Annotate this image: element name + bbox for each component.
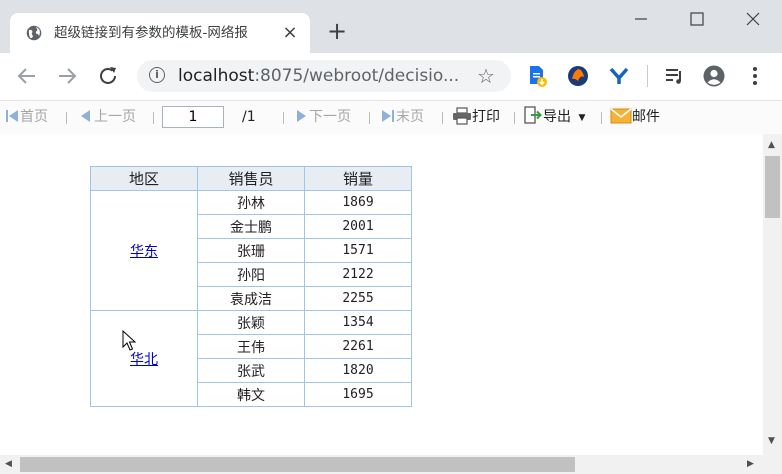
print-label: 打印 (472, 109, 500, 125)
printer-icon (453, 107, 471, 125)
tab-title: 超级链接到有参数的模板-网络报 (54, 25, 248, 41)
first-page-label: 首页 (20, 109, 48, 125)
export-icon (524, 106, 542, 124)
sales-cell: 1571 (304, 238, 412, 263)
prev-page-button[interactable]: 上一页 (78, 101, 136, 134)
table-header-row: 地区 销售员 销量 (90, 166, 412, 191)
sales-cell: 1869 (304, 190, 412, 215)
scroll-right-arrow-icon[interactable]: ▶ (747, 459, 754, 469)
sales-table: 地区 销售员 销量 华东 孙林 1869 金士鹏 2001 张珊 1571 孙阳… (90, 166, 412, 407)
toolbar-separator (601, 112, 602, 124)
fox-extension-icon[interactable] (567, 65, 589, 87)
sales-cell: 2261 (304, 334, 412, 359)
y-extension-icon[interactable] (608, 65, 630, 87)
salesperson-cell: 袁成洁 (197, 286, 305, 311)
salesperson-cell: 张武 (197, 358, 305, 383)
salesperson-cell: 金士鹏 (197, 214, 305, 239)
export-dropdown-button[interactable]: 导出 ▼ (523, 101, 585, 134)
url-text[interactable]: localhost:8075/webroot/decisio... (178, 60, 459, 92)
report-toolbar: 首页 上一页 /1 下一页 末页 打印 导出 ▼ (0, 100, 782, 135)
scroll-left-arrow-icon[interactable]: ◀ (5, 459, 12, 469)
prev-page-label: 上一页 (94, 109, 136, 125)
new-tab-button[interactable]: + (326, 19, 348, 43)
region-link-east[interactable]: 华东 (130, 244, 158, 260)
back-arrow-icon[interactable] (14, 63, 40, 89)
globe-icon (26, 25, 42, 41)
toolbar-separator (283, 112, 284, 124)
scroll-down-arrow-icon[interactable]: ▼ (768, 436, 775, 446)
profile-avatar-icon[interactable] (703, 65, 725, 87)
column-header-sales: 销量 (304, 166, 412, 191)
browser-toolbar: i localhost:8075/webroot/decisio... ☆ (0, 53, 782, 99)
page-total: /1 (242, 109, 256, 125)
salesperson-cell: 王伟 (197, 334, 305, 359)
toolbar-separator (514, 112, 515, 124)
next-page-icon (297, 110, 306, 122)
maximize-icon[interactable] (682, 8, 712, 30)
toolbar-separator (153, 112, 154, 124)
table-row: 华北 张颖 1354 (90, 310, 412, 407)
toolbar-separator (442, 112, 443, 124)
last-page-label: 末页 (396, 109, 424, 125)
sales-cell: 1820 (304, 358, 412, 383)
page-number-input[interactable] (162, 106, 224, 128)
horizontal-scrollbar[interactable]: ◀ ▶ (0, 455, 782, 474)
tab-strip: 超级链接到有参数的模板-网络报 × + (0, 0, 782, 53)
vertical-scrollbar[interactable]: ▲ ▼ (763, 134, 782, 455)
url-path: :8075/webroot/decisio... (254, 66, 460, 86)
info-icon[interactable]: i (149, 67, 165, 83)
export-label: 导出 (543, 109, 571, 125)
next-page-label: 下一页 (309, 109, 351, 125)
sales-cell: 2001 (304, 214, 412, 239)
toolbar-divider (647, 65, 648, 87)
salesperson-cell: 张颖 (197, 310, 305, 335)
salesperson-cell: 韩文 (197, 382, 305, 407)
reload-icon[interactable] (95, 63, 121, 89)
mail-label: 邮件 (632, 109, 660, 125)
region-link-north[interactable]: 华北 (130, 352, 158, 368)
salesperson-cell: 张珊 (197, 238, 305, 263)
next-page-button[interactable]: 下一页 (293, 101, 351, 134)
url-host: localhost (178, 66, 255, 86)
print-button[interactable]: 打印 (452, 101, 500, 134)
document-download-extension-icon[interactable] (526, 65, 548, 87)
report-content: 地区 销售员 销量 华东 孙林 1869 金士鹏 2001 张珊 1571 孙阳… (0, 134, 763, 455)
close-tab-icon[interactable]: × (280, 23, 300, 43)
mail-button[interactable]: 邮件 (610, 101, 660, 134)
sales-cell: 1354 (304, 310, 412, 335)
last-page-button[interactable]: 末页 (380, 101, 424, 134)
scroll-up-arrow-icon[interactable]: ▲ (768, 140, 775, 150)
first-page-button[interactable]: 首页 (4, 101, 48, 134)
column-header-salesperson: 销售员 (197, 166, 305, 191)
window-close-icon[interactable] (738, 8, 768, 30)
horizontal-scroll-thumb[interactable] (20, 457, 575, 472)
toolbar-separator (66, 112, 67, 124)
table-row: 华东 孙林 1869 (90, 190, 412, 311)
sales-cell: 2255 (304, 286, 412, 311)
forward-arrow-icon[interactable] (54, 63, 80, 89)
salesperson-cell: 孙阳 (197, 262, 305, 287)
menu-kebab-icon[interactable] (744, 65, 766, 87)
bookmark-star-icon[interactable]: ☆ (477, 64, 495, 88)
sales-cell: 1695 (304, 382, 412, 407)
chevron-down-icon: ▼ (578, 113, 586, 123)
first-page-icon (6, 110, 18, 122)
media-queue-icon[interactable] (663, 65, 685, 87)
envelope-icon (610, 108, 632, 124)
minimize-icon[interactable] (626, 8, 656, 30)
browser-tab[interactable]: 超级链接到有参数的模板-网络报 × (10, 13, 310, 53)
toolbar-separator (369, 112, 370, 124)
prev-page-icon (81, 110, 90, 122)
region-cell: 华北 (90, 310, 198, 407)
vertical-scroll-thumb[interactable] (765, 156, 780, 218)
region-cell: 华东 (90, 190, 198, 311)
column-header-region: 地区 (90, 166, 198, 191)
mouse-pointer-icon (122, 330, 136, 351)
last-page-icon (382, 110, 394, 122)
address-bar[interactable]: i localhost:8075/webroot/decisio... ☆ (137, 60, 511, 92)
sales-cell: 2122 (304, 262, 412, 287)
salesperson-cell: 孙林 (197, 190, 305, 215)
